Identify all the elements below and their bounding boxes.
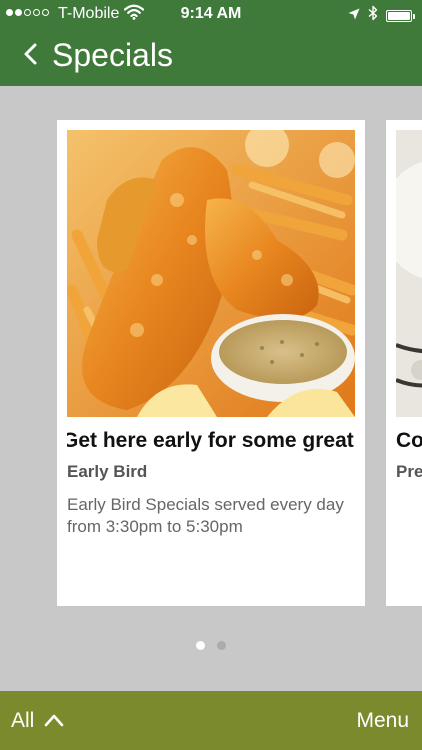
fish-and-chips-image bbox=[67, 130, 355, 417]
page-dot-active[interactable] bbox=[196, 641, 205, 650]
filter-all-button[interactable]: All bbox=[11, 709, 64, 733]
card-subtitle: Early Bird bbox=[67, 462, 148, 481]
chevron-left-icon bbox=[24, 43, 37, 65]
card-subtitle: Pre bbox=[396, 462, 422, 481]
bluetooth-icon bbox=[368, 5, 378, 26]
card-headline-text: Get here early for some great bbox=[67, 429, 354, 452]
card-headline: Get here early for some great bbox=[67, 429, 355, 453]
page-indicator[interactable] bbox=[0, 641, 422, 650]
bottom-toolbar: All Menu bbox=[0, 691, 422, 750]
filter-label: All bbox=[11, 709, 35, 732]
page-title: Specials bbox=[52, 37, 173, 73]
battery-tip bbox=[413, 13, 415, 19]
location-icon bbox=[348, 7, 360, 25]
app-header: T-Mobile 9:14 AM Specials bbox=[0, 0, 422, 86]
chevron-up-icon bbox=[44, 709, 64, 733]
card-headline: Co bbox=[396, 429, 422, 452]
specials-carousel[interactable]: Get here early for some great Early Bird… bbox=[0, 86, 422, 691]
battery-level bbox=[388, 11, 410, 20]
battery-icon bbox=[386, 9, 415, 22]
menu-button[interactable]: Menu bbox=[356, 709, 409, 733]
status-indicators bbox=[348, 5, 415, 26]
card-description: Early Bird Specials served every day fro… bbox=[67, 495, 344, 536]
page-dot[interactable] bbox=[217, 641, 226, 650]
special-card[interactable]: Get here early for some great Early Bird… bbox=[57, 120, 365, 606]
back-button[interactable] bbox=[18, 40, 46, 68]
special-card[interactable]: Co Pre bbox=[386, 120, 422, 606]
special-image bbox=[396, 130, 422, 417]
status-bar: T-Mobile 9:14 AM bbox=[0, 0, 422, 30]
